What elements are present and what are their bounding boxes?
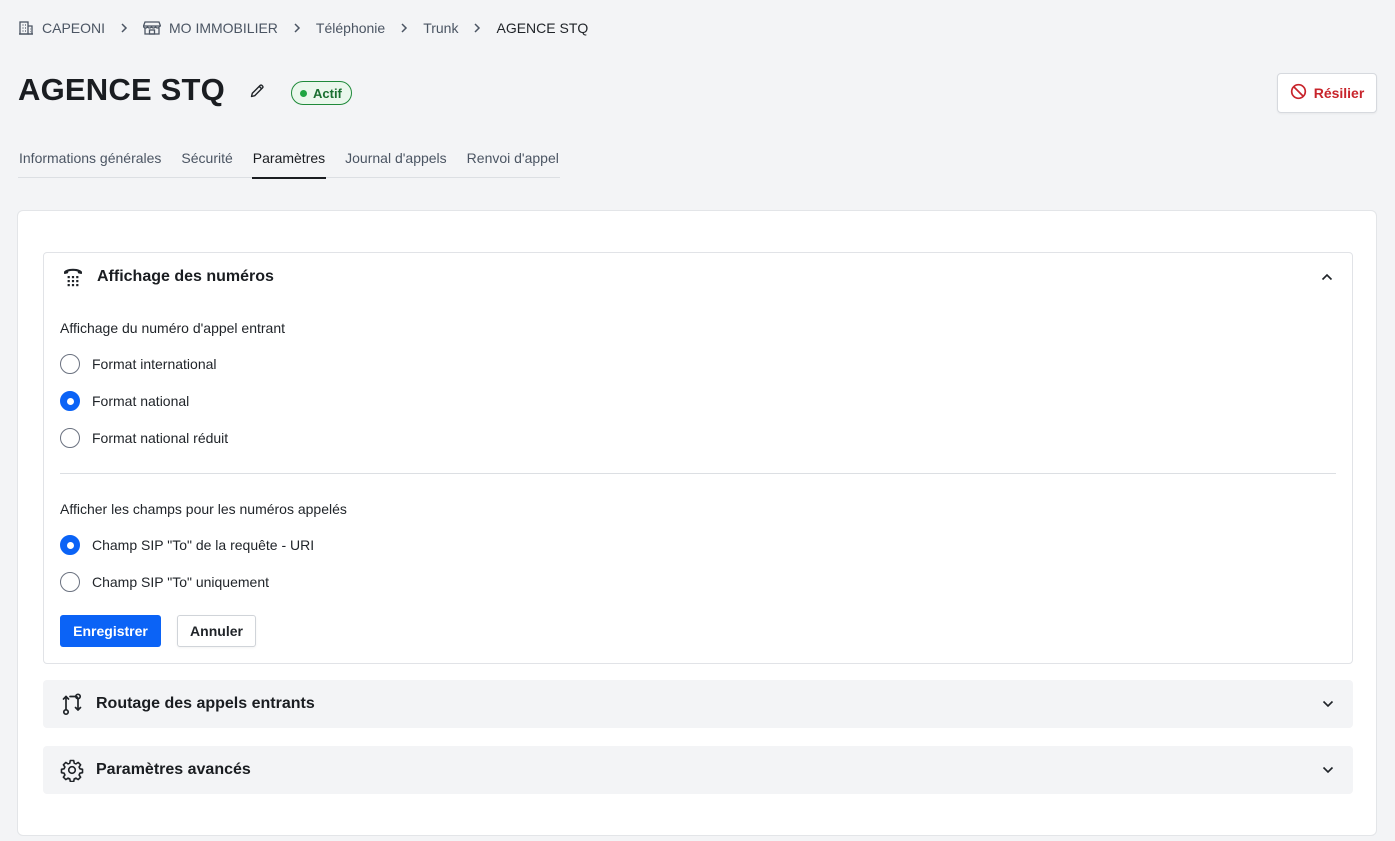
radio-sip-to-only[interactable]: Champ SIP "To" uniquement [60, 572, 269, 592]
radio-circle[interactable] [60, 535, 80, 555]
breadcrumb-label: Trunk [423, 20, 459, 36]
building-icon [18, 20, 34, 36]
radio-format-international[interactable]: Format international [60, 354, 217, 374]
ban-icon [1290, 83, 1307, 103]
tab-bar: Informations générales Sécurité Paramètr… [18, 143, 560, 179]
tab-renvoi-appel[interactable]: Renvoi d'appel [466, 143, 560, 178]
panel-advanced-settings-header[interactable]: Paramètres avancés [43, 746, 1353, 794]
radio-label: Format national réduit [92, 430, 229, 446]
chevron-down-icon[interactable] [1320, 762, 1336, 778]
radio-label: Format international [92, 356, 217, 372]
store-icon [143, 20, 162, 36]
radio-format-national[interactable]: Format national [60, 391, 189, 411]
breadcrumb-label: AGENCE STQ [496, 20, 589, 36]
panel-incoming-routing-header[interactable]: Routage des appels entrants [43, 680, 1353, 728]
radio-label: Champ SIP "To" uniquement [92, 574, 270, 590]
panel-title: Routage des appels entrants [96, 695, 315, 712]
panel-title: Paramètres avancés [96, 761, 251, 778]
breadcrumb-item-current: AGENCE STQ [496, 20, 588, 36]
radio-sip-to-request-uri[interactable]: Champ SIP "To" de la requête - URI [60, 535, 314, 555]
breadcrumb-label: CAPEONI [42, 20, 106, 36]
called-fields-label: Afficher les champs pour les numéros app… [60, 501, 347, 517]
panel-number-display: Affichage des numéros Affichage du numér… [43, 252, 1353, 664]
chevron-down-icon[interactable] [1320, 696, 1336, 712]
panel-advanced-settings: Paramètres avancés [43, 746, 1353, 794]
status-label: Actif [313, 85, 342, 101]
chevron-right-icon [292, 23, 302, 33]
settings-card: Affichage des numéros Affichage du numér… [17, 210, 1377, 836]
chevron-right-icon [472, 23, 482, 33]
save-button[interactable]: Enregistrer [60, 615, 161, 647]
tab-parametres[interactable]: Paramètres [251, 143, 327, 179]
chevron-up-icon[interactable] [1319, 269, 1335, 285]
cancel-button[interactable]: Annuler [177, 615, 256, 647]
pencil-icon [249, 83, 265, 104]
radio-label: Format national [92, 393, 190, 409]
breadcrumb-item-telephonie[interactable]: Téléphonie [316, 20, 385, 36]
tab-securite[interactable]: Sécurité [180, 143, 233, 178]
breadcrumb-item-capeoni[interactable]: CAPEONI [18, 20, 105, 36]
breadcrumb-label: MO IMMOBILIER [169, 20, 278, 36]
radio-circle[interactable] [60, 354, 80, 374]
breadcrumb-item-trunk[interactable]: Trunk [423, 20, 458, 36]
routing-arrows-icon [60, 692, 84, 716]
breadcrumb: CAPEONI MO IMMOBILIER Téléphonie Trunk A… [18, 18, 588, 38]
radio-format-national-reduit[interactable]: Format national réduit [60, 428, 228, 448]
chevron-right-icon [399, 23, 409, 33]
page-title: AGENCE STQ [18, 72, 225, 107]
radio-circle[interactable] [60, 391, 80, 411]
status-badge: Actif [291, 81, 352, 105]
panel-title: Affichage des numéros [97, 268, 274, 285]
radio-circle[interactable] [60, 572, 80, 592]
breadcrumb-label: Téléphonie [315, 20, 386, 36]
phone-keypad-icon [61, 265, 85, 289]
radio-label: Champ SIP "To" de la requête - URI [92, 537, 315, 553]
panel-incoming-routing: Routage des appels entrants [43, 680, 1353, 728]
edit-title-button[interactable] [247, 83, 267, 103]
radio-circle[interactable] [60, 428, 80, 448]
status-dot-icon [300, 89, 307, 97]
tab-journal-appels[interactable]: Journal d'appels [344, 143, 448, 178]
tab-informations-generales[interactable]: Informations générales [18, 143, 162, 178]
terminate-label: Résilier [1313, 85, 1365, 101]
divider [60, 473, 1336, 474]
gear-icon [60, 758, 84, 782]
panel-number-display-header[interactable]: Affichage des numéros [44, 254, 1352, 300]
terminate-button[interactable]: Résilier [1277, 73, 1377, 113]
breadcrumb-item-mo-immobilier[interactable]: MO IMMOBILIER [143, 20, 278, 36]
incoming-display-label: Affichage du numéro d'appel entrant [60, 320, 286, 336]
chevron-right-icon [119, 23, 129, 33]
